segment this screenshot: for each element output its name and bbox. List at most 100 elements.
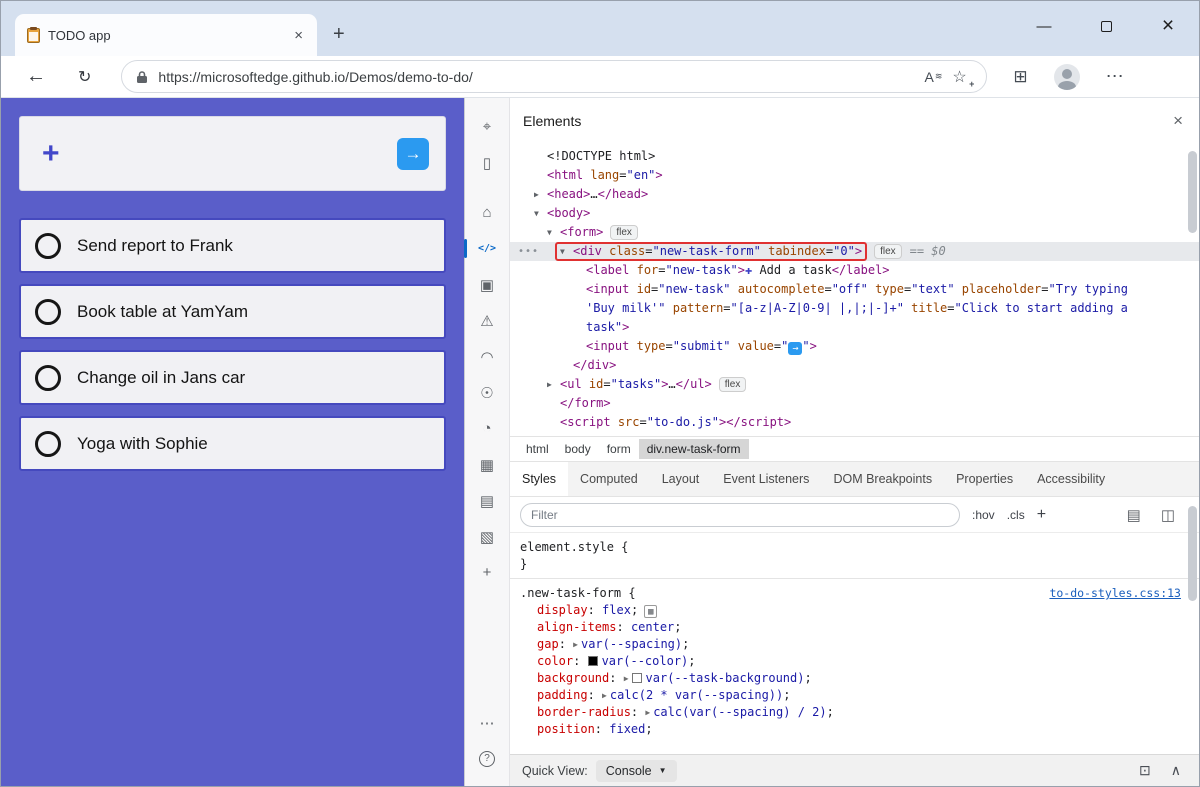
css-property-value[interactable]: var(--task-background) xyxy=(646,671,805,685)
tab-dom-breakpoints[interactable]: DOM Breakpoints xyxy=(821,462,944,496)
css-property-value[interactable]: center xyxy=(631,620,674,634)
minimize-button[interactable]: — xyxy=(1013,1,1075,51)
css-property-row[interactable]: color: var(--color); xyxy=(520,653,1189,670)
flex-badge[interactable]: flex xyxy=(874,244,902,259)
profile-avatar[interactable] xyxy=(1054,64,1080,90)
toggle-hover-state-button[interactable]: :hov xyxy=(972,508,995,522)
css-property-value[interactable]: var(--color) xyxy=(602,654,689,668)
device-emulation-icon[interactable]: ▯ xyxy=(464,146,510,179)
task-item[interactable]: Send report to Frank xyxy=(19,218,446,273)
dom-tree-row[interactable]: <html lang="en"> xyxy=(510,166,1199,185)
new-tab-button[interactable]: + xyxy=(333,23,345,46)
expand-arrow-icon[interactable]: ▼ xyxy=(534,204,547,223)
address-bar[interactable]: https://microsoftedge.github.io/Demos/de… xyxy=(121,60,987,93)
dom-tree-row[interactable]: 'Buy milk'" pattern="[a-z|A-Z|0-9| |,|;|… xyxy=(510,299,1199,318)
sidebar-toggle-icon[interactable]: ◫ xyxy=(1161,506,1175,524)
css-property-value[interactable]: var(--spacing) xyxy=(581,637,682,651)
home-icon[interactable]: ⌂ xyxy=(464,196,510,229)
devtools-close-icon[interactable]: × xyxy=(1173,111,1183,131)
breadcrumb-item[interactable]: form xyxy=(599,439,639,459)
browser-menu-icon[interactable]: ⋯ xyxy=(1106,66,1124,87)
open-console-panel-icon[interactable]: ⊡ xyxy=(1139,762,1151,779)
flex-badge[interactable]: flex xyxy=(719,377,747,392)
css-property-name[interactable]: display xyxy=(537,603,588,617)
flex-editor-icon[interactable]: ▦ xyxy=(644,605,657,618)
dom-tree-row[interactable]: ▶<head>…</head> xyxy=(510,185,1199,204)
css-property-name[interactable]: gap xyxy=(537,637,559,651)
selected-element-dots-icon[interactable]: ••• xyxy=(518,242,539,261)
css-property-value[interactable]: fixed xyxy=(609,722,645,736)
task-item[interactable]: Book table at YamYam xyxy=(19,284,446,339)
new-style-rule-button[interactable]: + xyxy=(1037,506,1046,524)
expand-icon[interactable]: ▶ xyxy=(602,691,607,700)
breadcrumb-item[interactable]: html xyxy=(518,439,557,459)
add-tools-icon[interactable]: + xyxy=(464,556,510,589)
submit-task-button[interactable]: → xyxy=(397,138,429,170)
back-button[interactable]: ← xyxy=(26,65,46,88)
breadcrumb-item[interactable]: div.new-task-form xyxy=(639,439,749,459)
close-button[interactable]: × xyxy=(1137,1,1199,51)
task-checkbox[interactable] xyxy=(35,299,61,325)
read-aloud-icon[interactable]: A≋ xyxy=(925,69,943,85)
browser-tab[interactable]: TODO app × xyxy=(15,14,317,56)
dom-tree-row[interactable]: task"> xyxy=(510,318,1199,337)
tab-properties[interactable]: Properties xyxy=(944,462,1025,496)
dom-tree-row[interactable]: ▼<form>flex xyxy=(510,223,1199,242)
color-swatch[interactable] xyxy=(588,656,598,666)
refresh-button[interactable]: ↻ xyxy=(78,67,91,87)
task-checkbox[interactable] xyxy=(35,431,61,457)
tab-styles[interactable]: Styles xyxy=(510,462,568,496)
css-property-value[interactable]: calc(var(--spacing) / 2) xyxy=(653,705,826,719)
maximize-button[interactable] xyxy=(1075,1,1137,51)
inspect-icon[interactable]: ⌖ xyxy=(464,110,510,143)
flex-badge[interactable]: flex xyxy=(610,225,638,240)
css-property-value[interactable]: flex xyxy=(602,603,631,617)
expand-icon[interactable]: ▶ xyxy=(624,674,629,683)
expand-icon[interactable]: ▶ xyxy=(645,708,650,717)
tab-close-icon[interactable]: × xyxy=(292,27,305,44)
css-property-row[interactable]: padding: ▶calc(2 * var(--spacing)); xyxy=(520,687,1189,704)
help-icon[interactable]: ? xyxy=(464,742,510,775)
favorites-icon[interactable]: ☆+ xyxy=(952,67,972,87)
quick-view-selector[interactable]: Console ▼ xyxy=(596,760,677,782)
tab-accessibility[interactable]: Accessibility xyxy=(1025,462,1117,496)
css-rule-selector[interactable]: .new-task-form { xyxy=(520,585,636,602)
css-property-name[interactable]: background xyxy=(537,671,609,685)
css-property-value[interactable]: calc(2 * var(--spacing)) xyxy=(610,688,783,702)
more-tools-icon[interactable]: ⋯ xyxy=(464,706,510,739)
css-source-link[interactable]: to-do-styles.css:13 xyxy=(1049,585,1181,602)
css-property-name[interactable]: border-radius xyxy=(537,705,631,719)
hints-icon[interactable]: ☉ xyxy=(464,376,510,409)
performance-icon[interactable]: ◔ xyxy=(464,412,510,445)
color-swatch[interactable] xyxy=(632,673,642,683)
css-property-row[interactable]: background: ▶var(--task-background); xyxy=(520,670,1189,687)
tab-layout[interactable]: Layout xyxy=(650,462,712,496)
breadcrumb-item[interactable]: body xyxy=(557,439,599,459)
dom-tree-row[interactable]: <input type="submit" value="→"> xyxy=(510,337,1199,356)
toggle-class-button[interactable]: .cls xyxy=(1007,508,1025,522)
css-property-name[interactable]: align-items xyxy=(537,620,616,634)
css-property-row[interactable]: align-items: center; xyxy=(520,619,1189,636)
expand-icon[interactable]: ▶ xyxy=(573,640,578,649)
task-checkbox[interactable] xyxy=(35,365,61,391)
collections-icon[interactable]: ⊞ xyxy=(1013,67,1027,87)
network-icon[interactable]: ◠ xyxy=(464,340,510,373)
styles-scrollbar-thumb[interactable] xyxy=(1188,506,1197,601)
dom-tree-row[interactable]: ▼<body> xyxy=(510,204,1199,223)
expand-arrow-icon[interactable]: ▼ xyxy=(560,244,573,259)
issues-icon[interactable]: ⚠ xyxy=(464,304,510,337)
dom-tree-row[interactable]: ▶<ul id="tasks">…</ul>flex xyxy=(510,375,1199,394)
rendering-options-icon[interactable]: ▤ xyxy=(1127,506,1141,524)
collapse-quick-view-icon[interactable]: ∧ xyxy=(1171,762,1181,779)
css-property-row[interactable]: gap: ▶var(--spacing); xyxy=(520,636,1189,653)
css-property-name[interactable]: color xyxy=(537,654,573,668)
dom-tree-row[interactable]: <script src="to-do.js"></script> xyxy=(510,413,1199,432)
dom-tree-row[interactable]: </form> xyxy=(510,394,1199,413)
expand-arrow-icon[interactable]: ▼ xyxy=(547,223,560,242)
rendering-icon[interactable]: ▧ xyxy=(464,520,510,553)
tab-computed[interactable]: Computed xyxy=(568,462,650,496)
task-checkbox[interactable] xyxy=(35,233,61,259)
elements-icon[interactable]: </> xyxy=(464,232,510,265)
dom-tree-row[interactable]: <input id="new-task" autocomplete="off" … xyxy=(510,280,1199,299)
styles-filter-input[interactable] xyxy=(520,503,960,527)
